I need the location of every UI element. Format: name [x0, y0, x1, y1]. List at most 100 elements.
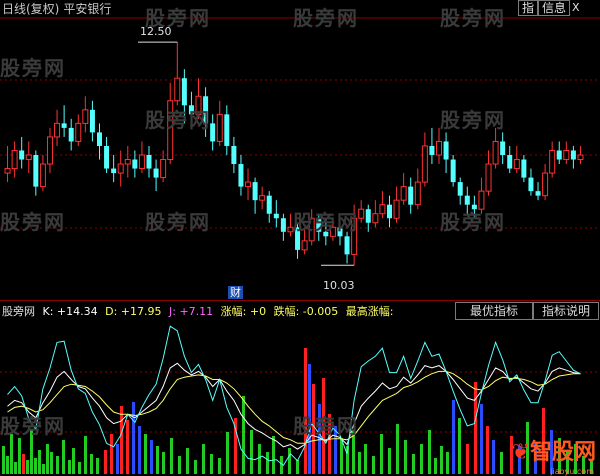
candle-body — [500, 141, 506, 155]
volume-bar — [26, 460, 29, 474]
candle-body — [181, 78, 187, 106]
index-button[interactable]: 指 — [518, 0, 539, 16]
volume-bar — [46, 444, 49, 474]
candle-body — [429, 145, 435, 155]
candle-body — [117, 163, 124, 174]
volume-bar — [358, 452, 361, 474]
candle-body — [61, 123, 67, 128]
logo-subtext: jiaoyu.com — [550, 467, 594, 476]
candle-body — [513, 159, 520, 170]
watermark: 股旁网 — [440, 6, 506, 30]
volume-bar — [202, 444, 205, 474]
candle-body — [82, 109, 89, 124]
chart-canvas — [0, 17, 600, 474]
d-value: D: +17.95 — [105, 305, 162, 318]
candle-body — [146, 155, 152, 169]
volume-bar — [380, 434, 383, 474]
logo-text: 智股网 — [529, 440, 596, 465]
volume-bar — [138, 426, 141, 474]
tab-indicator-help[interactable]: 指标说明 — [533, 302, 599, 320]
volume-bar — [178, 456, 181, 474]
volume-bar — [474, 382, 477, 474]
volume-bar — [56, 456, 59, 474]
volume-bar — [242, 396, 245, 474]
df-value: 跌幅: -0.005 — [273, 305, 339, 318]
volume-bar — [404, 440, 407, 474]
zf-value: 涨幅: +0 — [220, 305, 267, 318]
candle-body — [280, 218, 286, 232]
volume-bar — [162, 452, 165, 474]
volume-bar — [412, 454, 415, 474]
panel-divider — [0, 300, 600, 301]
volume-bar — [84, 436, 87, 474]
volume-bar — [428, 430, 431, 474]
volume-bar — [250, 430, 253, 474]
candle-body — [111, 168, 117, 174]
info-button[interactable]: 信息 — [538, 0, 571, 16]
k-value: K: +14.34 — [42, 305, 98, 318]
candle-body — [104, 145, 110, 169]
volume-bar — [492, 440, 495, 474]
candle-body — [577, 154, 584, 161]
volume-bar — [6, 456, 9, 474]
volume-bar — [266, 452, 269, 474]
volume-bar — [116, 444, 119, 474]
volume-bar — [38, 450, 41, 474]
volume-bar — [14, 462, 17, 474]
volume-bar — [34, 458, 37, 474]
candle-body — [436, 140, 442, 156]
candle-body — [492, 140, 499, 165]
tab-best-indicator[interactable]: 最优指标 — [455, 302, 533, 320]
candle-body — [259, 195, 266, 201]
candle-body — [400, 186, 407, 201]
volume-bar — [96, 458, 99, 474]
volume-bar — [480, 404, 483, 474]
candle-body — [273, 213, 279, 219]
volume-bar — [186, 448, 189, 474]
close-icon[interactable]: X — [572, 1, 580, 15]
candle-body — [365, 209, 371, 223]
candle-body — [372, 213, 379, 224]
volume-bar — [2, 446, 5, 474]
zgzf-value: 最高涨幅: — [345, 305, 394, 318]
candle-body — [96, 132, 102, 146]
candle-body — [542, 172, 549, 197]
volume-bar — [68, 460, 71, 474]
period-label: 日线(复权) — [2, 2, 60, 16]
cai-badge[interactable]: 财 — [228, 286, 243, 299]
volume-bar — [78, 462, 81, 474]
candle-body — [19, 150, 25, 160]
candle-body — [570, 150, 576, 160]
flame-icon: ❦ — [511, 440, 530, 465]
watermark: 股旁网 — [145, 210, 211, 234]
volume-bar — [226, 432, 229, 474]
candle-body — [379, 204, 386, 215]
candle-body — [89, 109, 95, 133]
candle-body — [535, 191, 541, 196]
volume-bar — [466, 444, 469, 474]
volume-bar — [144, 434, 147, 474]
volume-bar — [90, 454, 93, 474]
volume-bar — [388, 448, 391, 474]
j-value: J: +7.11 — [169, 305, 214, 318]
candle-body — [252, 182, 258, 201]
watermark: 股旁网 — [440, 108, 506, 132]
candle-body — [11, 149, 18, 170]
candle-body — [521, 159, 527, 178]
volume-bar — [22, 454, 25, 474]
volume-bar — [218, 458, 221, 474]
candle-body — [408, 186, 414, 205]
volume-bar — [500, 452, 503, 474]
volume-bar — [340, 438, 343, 474]
candle-body — [245, 181, 252, 188]
candle-body — [556, 150, 562, 160]
candle-body — [68, 127, 74, 142]
candle-body — [174, 77, 181, 102]
watermark: 股旁网 — [293, 414, 359, 438]
candle-body — [124, 159, 131, 165]
candle-body — [46, 136, 53, 165]
volume-bar — [296, 460, 299, 474]
chart-title: 日线(复权) 平安银行 — [2, 0, 111, 17]
volume-bar — [364, 444, 367, 474]
volume-bar — [434, 458, 437, 474]
